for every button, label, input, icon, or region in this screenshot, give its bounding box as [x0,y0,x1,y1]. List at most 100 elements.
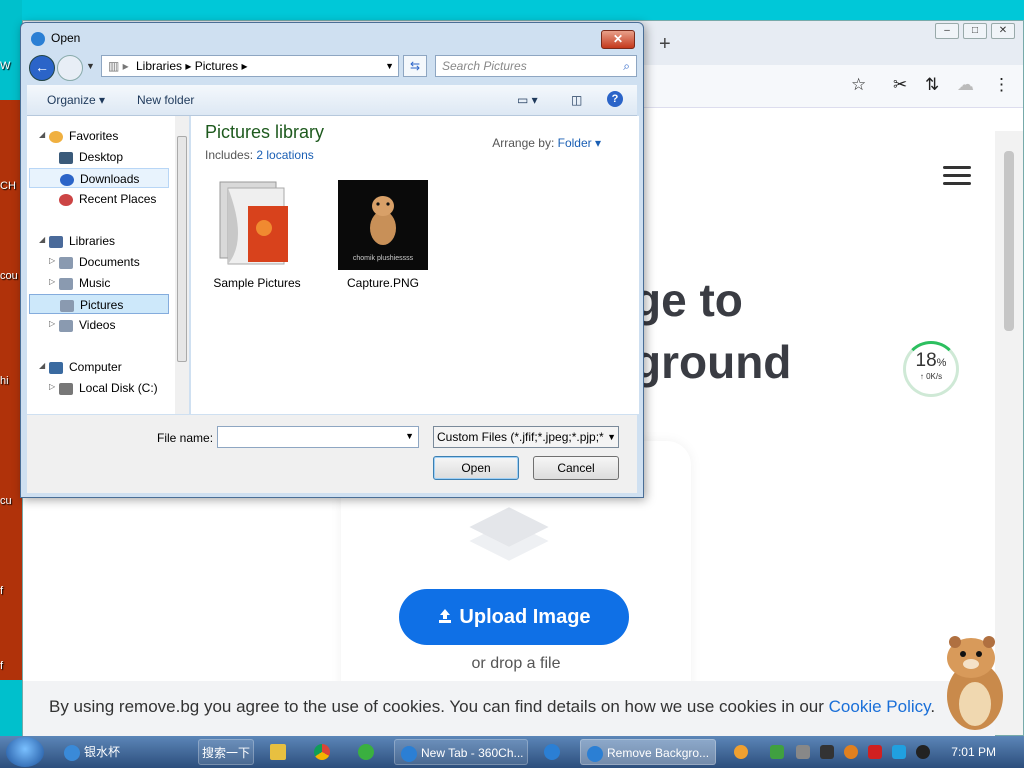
open-button[interactable]: Open [433,456,519,480]
flag-icon[interactable] [868,745,882,759]
tray-icon[interactable] [734,745,748,759]
headline-line-1: ge to [633,274,743,326]
refresh-button[interactable]: ⇆ [403,55,427,77]
upload-icon [439,608,452,623]
cloud-icon[interactable]: ☁ [957,75,974,95]
breadcrumb-libraries[interactable]: Libraries [136,59,182,73]
speed-widget[interactable]: 18% ↑ 0K/s [903,341,959,397]
breadcrumb-separator: ▸ [185,59,195,73]
star-icon[interactable]: ☆ [851,75,866,95]
collapse-arrow-icon[interactable]: ◢ [39,235,45,244]
nav-videos[interactable]: Videos [59,315,115,335]
address-dropdown[interactable]: ▼ [385,56,394,76]
expand-arrow-icon[interactable]: ▷ [49,256,55,265]
dialog-close-button[interactable]: ✕ [601,30,635,49]
desktop-background [0,0,22,736]
sync-icon[interactable]: ⇅ [925,75,939,95]
cancel-button[interactable]: Cancel [533,456,619,480]
nav-local-disk[interactable]: Local Disk (C:) [59,378,158,398]
forward-button[interactable] [57,55,83,81]
new-tab-button[interactable]: + [659,33,671,56]
nav-desktop[interactable]: Desktop [59,147,123,167]
tray-icon[interactable] [770,745,784,759]
search-input[interactable]: Search Pictures ⌕ [435,55,637,77]
collapse-arrow-icon[interactable]: ◢ [39,130,45,139]
browser-icon[interactable] [544,744,560,760]
taskbar-ie[interactable]: 银水杯 [58,739,188,765]
arrange-label: Arrange by: [492,136,558,150]
volume-icon[interactable] [916,745,930,759]
taskbar-ie-label: 银水杯 [84,745,121,759]
close-window-button[interactable]: ✕ [991,23,1015,39]
scissors-icon[interactable]: ✂ [893,75,907,95]
nav-music[interactable]: Music [59,273,110,293]
nav-local-disk-label: Local Disk (C:) [79,381,158,395]
network-icon[interactable] [892,745,906,759]
maximize-button[interactable]: □ [963,23,987,39]
file-item-capture-png[interactable]: chomik plushiessss Capture.PNG [335,180,431,290]
help-icon[interactable]: ? [607,91,623,107]
file-name-input[interactable]: ▼ [217,426,419,448]
breadcrumb-pictures[interactable]: Pictures [195,59,238,73]
nav-recent-places[interactable]: Recent Places [59,189,156,209]
start-button[interactable] [6,737,44,767]
taskbar: 银水杯 搜索一下 New Tab - 360Ch... Remove Backg… [0,736,1024,768]
upload-image-button[interactable]: Upload Image [399,589,629,645]
app-icon[interactable] [358,744,374,760]
tray-icon[interactable] [820,745,834,759]
tray-icon[interactable] [844,745,858,759]
navigation-pane: ◢ Favorites Desktop Downloads Recent Pla… [27,116,189,414]
nav-scroll-thumb[interactable] [177,136,187,362]
desktop-icon-label[interactable]: cu [0,495,12,507]
taskbar-remove-background[interactable]: Remove Backgro... [580,739,716,765]
page-headline: ge to ground [633,269,791,393]
file-item-sample-pictures[interactable]: Sample Pictures [209,180,305,290]
locations-link[interactable]: 2 locations [256,148,313,162]
minimize-button[interactable]: – [935,23,959,39]
search-icon[interactable]: ⌕ [623,56,630,76]
desktop-icon-label[interactable]: f [0,585,3,597]
new-folder-button[interactable]: New folder [137,93,194,107]
expand-arrow-icon[interactable]: ▷ [49,382,55,391]
desktop-icon-label[interactable]: f [0,660,3,672]
desktop-icon-label[interactable]: cou [0,270,18,282]
desktop-icon-label[interactable]: hi [0,375,9,387]
chrome-icon[interactable] [314,744,330,760]
file-type-filter[interactable]: Custom Files (*.jfif;*.jpeg;*.pjp;* ▼ [433,426,619,448]
clock[interactable]: 7:01 PM [951,745,996,759]
nav-favorites[interactable]: Favorites [49,126,118,146]
recent-locations-dropdown[interactable]: ▼ [86,61,95,71]
expand-arrow-icon[interactable]: ▷ [49,277,55,286]
taskbar-new-tab[interactable]: New Tab - 360Ch... [394,739,528,765]
desktop-icon-label[interactable]: W [0,60,10,72]
arrange-dropdown[interactable]: Folder ▾ [558,136,601,150]
file-name-dropdown[interactable]: ▼ [405,431,414,441]
view-options-icon[interactable]: ▭ ▾ [517,93,538,107]
organize-button[interactable]: Organize ▾ [47,93,105,107]
desktop-icon-label[interactable]: CH [0,180,16,192]
hamster-mascot[interactable] [935,630,1015,734]
nav-pictures[interactable]: Pictures [29,294,169,314]
expand-arrow-icon[interactable]: ▷ [49,319,55,328]
capture-thumbnail: chomik plushiessss [338,180,428,270]
cookie-policy-link[interactable]: Cookie Policy [829,697,931,716]
preview-pane-icon[interactable]: ◫ [571,93,582,107]
taskbar-search-button[interactable]: 搜索一下 [198,739,254,765]
tray-icon[interactable] [796,745,810,759]
star-icon [49,130,63,143]
nav-documents[interactable]: Documents [59,252,140,272]
browser-icon [401,745,417,762]
nav-libraries[interactable]: Libraries [49,231,115,251]
collapse-arrow-icon[interactable]: ◢ [39,361,45,370]
folder-icon[interactable] [270,744,286,760]
back-button[interactable]: ← [29,55,55,81]
nav-computer[interactable]: Computer [49,357,122,377]
more-icon[interactable]: ⋮ [993,75,1010,95]
nav-downloads[interactable]: Downloads [29,168,169,188]
nav-scrollbar[interactable] [175,116,189,414]
menu-icon[interactable] [943,161,971,190]
music-icon [59,277,73,290]
address-bar[interactable]: ▥ ▸ Libraries ▸ Pictures ▸ ▼ [101,55,399,77]
file-item-label: Capture.PNG [346,276,420,290]
page-scroll-thumb[interactable] [1004,151,1014,331]
